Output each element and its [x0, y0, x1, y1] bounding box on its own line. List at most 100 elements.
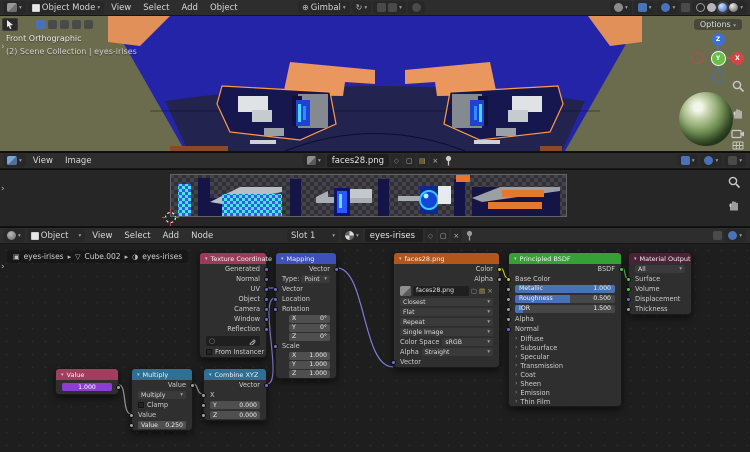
socket-in[interactable]: [506, 287, 511, 292]
rotation-x-field[interactable]: X0°: [276, 314, 336, 323]
section-emission[interactable]: ›Emission: [509, 388, 621, 397]
cursor-2d-icon[interactable]: [162, 209, 179, 226]
section-diffuse[interactable]: ›Diffuse: [509, 334, 621, 343]
projection-dropdown[interactable]: Flat▾: [394, 307, 499, 317]
snap-icon[interactable]: [713, 231, 722, 240]
gizmo-x-axis[interactable]: X: [731, 52, 744, 65]
new-image-icon[interactable]: ▢: [471, 287, 477, 295]
color-space-row[interactable]: Color SpacesRGB▾: [394, 337, 499, 347]
shading-material-button[interactable]: [718, 3, 727, 12]
menu-object[interactable]: Object: [205, 3, 243, 13]
camera-view-icon[interactable]: [731, 128, 745, 139]
menu-image[interactable]: Image: [60, 156, 97, 166]
open-image-icon[interactable]: ▤: [417, 154, 428, 167]
material-name-field[interactable]: eyes-irises: [365, 229, 423, 242]
socket-out[interactable]: [334, 267, 339, 272]
section-coat[interactable]: ›Coat: [509, 370, 621, 379]
image-editor-canvas[interactable]: ›: [0, 170, 750, 226]
menu-view[interactable]: View: [28, 156, 58, 166]
socket-out[interactable]: [619, 267, 624, 272]
gizmo-y-axis[interactable]: Y: [711, 51, 726, 66]
socket-in[interactable]: [626, 307, 631, 312]
y-field[interactable]: Y0.000: [204, 400, 266, 410]
checkbox-icon[interactable]: [138, 402, 144, 408]
socket-out[interactable]: [497, 277, 502, 282]
breadcrumb-mesh[interactable]: Cube.002: [85, 252, 121, 261]
from-instancer-row[interactable]: From Instancer: [200, 347, 266, 357]
socket-in[interactable]: [506, 297, 511, 302]
socket-in[interactable]: [129, 413, 134, 418]
section-subsurface[interactable]: ›Subsurface: [509, 343, 621, 352]
image-datablock-row[interactable]: faces28.png ▢ ▤ ×: [394, 284, 499, 297]
view-object-types-dropdown[interactable]: ▾: [610, 1, 632, 14]
image-name-field[interactable]: faces28.png: [413, 286, 469, 296]
source-dropdown[interactable]: Single Image▾: [394, 327, 499, 337]
value-in2-field[interactable]: Value0.250: [132, 420, 192, 430]
roughness-slider[interactable]: Roughness0.500: [509, 294, 621, 304]
breadcrumb-material[interactable]: eyes-irises: [142, 252, 182, 261]
socket-out[interactable]: [190, 383, 195, 388]
node-material-output[interactable]: ▾Material Output All▾ Surface Volume Dis…: [628, 252, 692, 315]
clamp-row[interactable]: Clamp: [132, 400, 192, 410]
socket-in[interactable]: [626, 287, 631, 292]
menu-view[interactable]: View: [87, 231, 117, 241]
viewport-3d[interactable]: Front Orthographic (2) Scene Collection …: [0, 16, 750, 151]
operation-dropdown[interactable]: Multiply▾: [132, 390, 192, 400]
socket-in[interactable]: [201, 403, 206, 408]
node-principled-bsdf[interactable]: ▾Principled BSDF BSDF Base Color Metalli…: [508, 252, 622, 407]
image-name-field[interactable]: faces28.png: [327, 154, 389, 167]
shader-editor-type-button[interactable]: ▾: [3, 229, 25, 242]
uv-proportional-dropdown[interactable]: ▾: [700, 154, 722, 167]
node-value[interactable]: ▾Value 1.000: [55, 368, 119, 395]
node-mapping[interactable]: ▾Mapping Vector Type:Point▾ Vector Locat…: [275, 252, 337, 379]
uv-snap-dropdown[interactable]: ▾: [677, 154, 699, 167]
image-editor-type-button[interactable]: ▾: [3, 154, 26, 167]
pan-hand-icon[interactable]: [732, 106, 745, 119]
material-browse-dropdown[interactable]: ▾: [341, 229, 363, 242]
section-thin-film[interactable]: ›Thin Film: [509, 397, 621, 406]
section-transmission[interactable]: ›Transmission: [509, 361, 621, 370]
alpha-mode-row[interactable]: AlphaStraight▾: [394, 347, 499, 357]
pin-icon[interactable]: [464, 229, 475, 242]
node-overlays-dropdown[interactable]: ▾: [724, 229, 746, 242]
shading-solid-button[interactable]: [707, 3, 716, 12]
zoom-tool-icon[interactable]: [728, 176, 741, 189]
extension-dropdown[interactable]: Repeat▾: [394, 317, 499, 327]
scale-y-field[interactable]: Y1.000: [276, 360, 336, 369]
mode-dropdown[interactable]: Object Mode▾: [28, 1, 104, 14]
socket-out[interactable]: [264, 383, 269, 388]
socket-in[interactable]: [506, 317, 511, 322]
socket-in[interactable]: [391, 360, 396, 365]
transform-orientation-dropdown[interactable]: ⊕Gimbal▾: [298, 1, 350, 14]
socket-in[interactable]: [506, 307, 511, 312]
menu-add[interactable]: Add: [158, 231, 184, 241]
fake-user-icon[interactable]: ◇: [425, 229, 436, 242]
menu-view[interactable]: View: [106, 3, 136, 13]
shader-editor-canvas[interactable]: › ▣ eyes-irises ▸ ▽ Cube.002 ▸ ◑ eyes-ir…: [0, 244, 750, 452]
unlink-material-icon[interactable]: ×: [451, 229, 462, 242]
breadcrumb-object[interactable]: eyes-irises: [24, 252, 64, 261]
sidebar-toggle-icon[interactable]: ›: [1, 262, 5, 272]
xray-toggle[interactable]: [681, 3, 690, 12]
grid-toggle-icon[interactable]: [732, 141, 744, 151]
socket-in[interactable]: [129, 423, 134, 428]
socket-out[interactable]: [264, 277, 269, 282]
socket-in[interactable]: [273, 287, 278, 292]
target-dropdown[interactable]: All▾: [629, 264, 691, 274]
gizmo-x-neg-axis[interactable]: [691, 52, 703, 64]
unlink-image-icon[interactable]: ×: [487, 287, 493, 295]
z-field[interactable]: Z0.000: [204, 410, 266, 420]
snap-dropdown[interactable]: ↻▾: [352, 1, 371, 14]
unlink-image-icon[interactable]: ×: [430, 154, 441, 167]
rotation-y-field[interactable]: Y0°: [276, 323, 336, 332]
object-selector-field[interactable]: ○: [200, 334, 266, 347]
scale-x-field[interactable]: X1.000: [276, 351, 336, 360]
extra-tool-toggle[interactable]: [408, 1, 425, 14]
metallic-slider[interactable]: Metallic1.000: [509, 284, 621, 294]
node-math-multiply[interactable]: ▾Multiply Value Multiply▾ Clamp Value Va…: [131, 368, 193, 431]
scale-z-field[interactable]: Z1.000: [276, 369, 336, 378]
pan-hand-icon[interactable]: [728, 198, 741, 211]
socket-out[interactable]: [264, 317, 269, 322]
node-texture-coordinate[interactable]: ▾Texture Coordinate Generated Normal UV …: [199, 252, 267, 358]
tool-option-icon-5[interactable]: [84, 20, 93, 29]
